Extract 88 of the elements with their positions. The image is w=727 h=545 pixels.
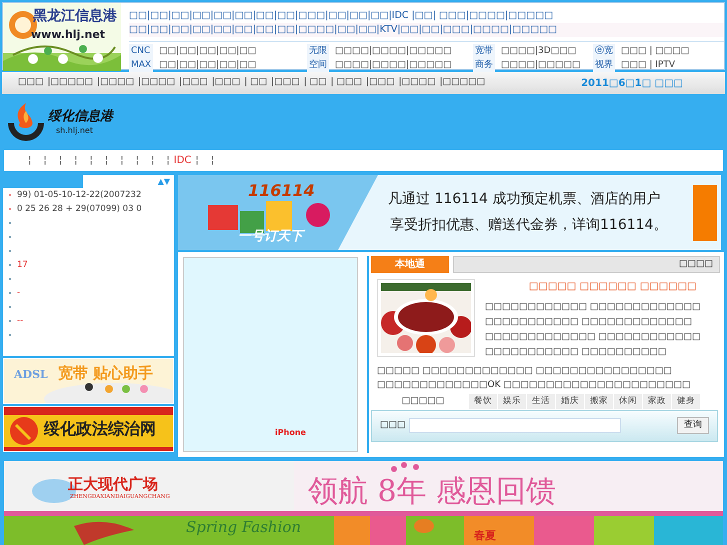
nav-link[interactable]: IDC — [174, 153, 192, 168]
lottery-result: 99) 01-05-10-12-22(2007232 — [17, 188, 142, 202]
date-text: 2011□6□1□ □□□ — [581, 76, 683, 90]
service-links[interactable]: □□|□□|□□|□□|□□ — [159, 58, 256, 72]
site-logo-url: www.hlj.net — [31, 27, 106, 43]
service-label: 无限 — [308, 45, 328, 58]
service-links[interactable]: □□□□|□□□□|□□□□□ — [335, 58, 452, 72]
lottery-result: 17 — [17, 258, 28, 272]
service-links[interactable]: □□□ | IPTV — [621, 58, 690, 72]
nav-separator: ¦ — [120, 154, 124, 168]
banner-text: 绥化政法综治网 — [44, 418, 156, 440]
banner-text: 享受折扣优惠、赠送代金券，详询116114。 — [390, 216, 668, 235]
category-tab[interactable]: 健身 — [672, 394, 700, 409]
nav-link[interactable]: □□□ — [18, 76, 44, 90]
nav-separator: ¦ — [136, 154, 139, 168]
link-row[interactable]: □□|□□|□□|□□|□□|□□|□□|□□|□□□|□□|□□|□□|IDC |□□| □□□|□□□□|□□□□□ — [129, 9, 724, 23]
nav-link[interactable]: |□□□□□ — [48, 76, 94, 90]
category-tab[interactable]: 餐饮 — [469, 394, 497, 409]
nav-separator: ¦ — [74, 154, 78, 168]
link-row[interactable]: □□|□□|□□|□□|□□|□□|□□|□□|□□□□|□□|□□|KTV|□□|□□|□□□|□□□□|□□□□□ — [129, 23, 724, 37]
category-tab[interactable]: 搬家 — [585, 394, 613, 409]
service-label: ⓔ宽 — [594, 44, 614, 58]
site-logo-url: sh.hlj.net — [56, 125, 93, 137]
description-text: □□□□□□□□□□□□□ □□□□□□□□□□□□ — [485, 331, 700, 344]
promo-banner[interactable]: 116114 一号订天下 凡通过 116114 成功预定机票、酒店的用户 享受折扣优惠、赠送代金券，详询116114。 — [178, 175, 724, 250]
nav-link[interactable]: |□□□ — [179, 76, 208, 90]
banner-text: ADSL — [14, 367, 48, 383]
nav-link[interactable]: |□□□□ — [398, 76, 436, 90]
lottery-result: -- — [17, 314, 24, 328]
banner-text: 凡通过 116114 成功预定机票、酒店的用户 — [388, 190, 660, 209]
nav-separator: ¦ — [28, 154, 32, 168]
service-links[interactable]: □□|□□|□□|□□|□□ — [159, 44, 256, 58]
nav-link[interactable]: | □□□ — [330, 76, 362, 90]
search-button[interactable]: 查询 — [677, 417, 709, 434]
category-tab[interactable]: 娱乐 — [498, 394, 526, 409]
category-tab[interactable]: 婚庆 — [556, 394, 584, 409]
description-text: □□□□□□□□□□□ □□□□□□□□□□□□□ — [485, 316, 693, 329]
nav-separator: ¦ — [58, 154, 62, 168]
service-links[interactable]: □□□□|□□□□|□□□□□ — [335, 44, 452, 58]
nav-link[interactable]: |□□□ — [212, 76, 240, 90]
nav-separator: ¦ — [166, 154, 170, 168]
nav-link[interactable]: |□□□ — [271, 76, 300, 90]
service-label: CNC — [130, 45, 152, 58]
service-label: 商务 — [474, 58, 494, 72]
description-text: □□□□□□□□□□□□ □□□□□□□□□□□□□ — [485, 301, 700, 314]
nav-link[interactable]: | □□ — [304, 76, 327, 90]
tab[interactable]: □□□□ — [453, 256, 720, 273]
service-label: 宽带 — [474, 44, 494, 58]
banner-slogan: 一号订天下 — [238, 227, 303, 246]
service-label: 空间 — [308, 58, 328, 72]
banner-text: 春夏 — [474, 528, 496, 544]
headline-link[interactable]: □□□□□ □□□□□□ □□□□□□ — [525, 279, 700, 294]
description-text: □□□□□□□□□□□ □□□□□□□□□□ — [485, 346, 668, 359]
category-tab[interactable]: 生活 — [527, 394, 555, 409]
nav-link[interactable]: |□□□□ — [97, 76, 134, 90]
lottery-result: - — [17, 286, 20, 300]
banner-text: Spring Fashion — [186, 517, 302, 538]
nav-separator: ¦ — [43, 154, 47, 168]
nav-link[interactable]: |□□□□□ — [440, 76, 486, 90]
banner-text: 宽带 贴心助手 — [58, 363, 154, 384]
search-field[interactable] — [408, 418, 621, 434]
service-label: MAX — [130, 59, 152, 72]
site-logo-title: 绥化信息港 — [48, 108, 113, 126]
nav-separator: ¦ — [90, 154, 93, 168]
nav-separator: ¦ — [151, 154, 154, 168]
banner-number: 116114 — [248, 180, 315, 202]
service-links[interactable]: □□□□|□□□□□ — [501, 58, 581, 72]
description-text: □□□□□□□□□□□□□OK □□□□□□□□□□□□□□□□□□□□□□ — [377, 379, 692, 392]
service-links[interactable]: □□□□|3D□□□ — [501, 44, 581, 58]
nav-link[interactable]: |□□□ — [366, 76, 395, 90]
banner-ad[interactable]: 绥化政法综治网 — [3, 406, 174, 452]
phone-ad-box[interactable]: iPhone — [183, 257, 358, 452]
description-text: □□□□□ □□□□□□□□□□□□□ □□□□□□□□□□□□□□□□ — [377, 365, 673, 378]
category-tab[interactable]: 家政 — [643, 394, 671, 409]
service-links[interactable]: □□□ | □□□□ — [621, 44, 690, 58]
nav-link[interactable]: |□□□□ — [138, 76, 176, 90]
flame-logo-icon — [6, 101, 46, 143]
category-label: □□□□□ — [400, 395, 446, 408]
search-label: □□□ — [380, 419, 406, 432]
lottery-result: 0 25 26 28 + 29(07099) 03 0 — [17, 202, 142, 216]
nav-separator: ¦ — [104, 154, 108, 168]
nav-separator: ¦ — [195, 154, 199, 168]
site-logo-title: 黑龙江信息港 — [33, 7, 117, 26]
phone-caption: iPhone — [275, 427, 306, 439]
nav-link[interactable]: | □□ — [244, 76, 268, 90]
service-label: 视界 — [594, 58, 614, 72]
nav-separator: ¦ — [210, 154, 214, 168]
category-tab[interactable]: 休闲 — [614, 394, 642, 409]
